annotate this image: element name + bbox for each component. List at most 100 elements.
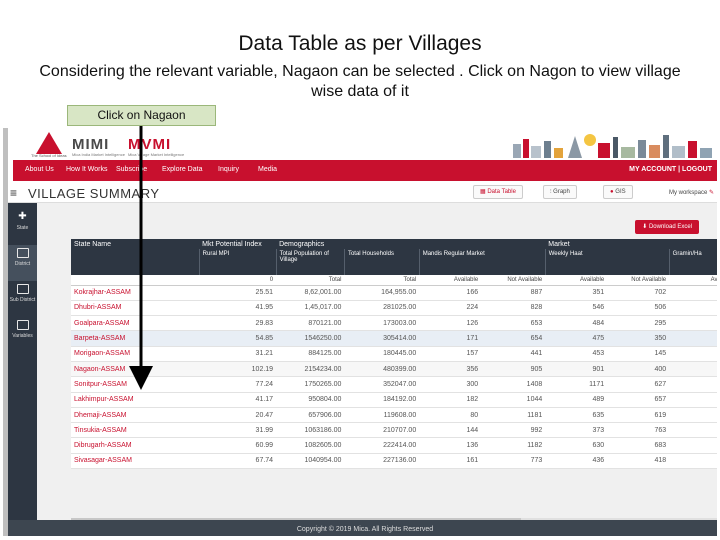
- haat-not-available-cell: 145: [607, 346, 670, 362]
- data-table-button[interactable]: ▦ Data Table: [473, 185, 523, 199]
- col-mkt-potential-index[interactable]: Mkt Potential Index: [199, 239, 277, 249]
- mvmi-tagline: Mica Village Market Intelligence: [128, 152, 185, 157]
- rural-mpi-cell: 25.51: [199, 285, 277, 301]
- value-head-total-hh: Total: [344, 275, 420, 286]
- nav-subscribe[interactable]: Subscribe: [116, 166, 147, 173]
- subcol-mandis-regular-market[interactable]: Mandis Regular Market: [419, 249, 546, 275]
- table-row[interactable]: Tinsukia-ASSAM 31.99 1063186.00 210707.00 14…: [71, 422, 717, 439]
- state-name-cell[interactable]: Sivasagar-ASSAM: [71, 453, 200, 470]
- mandis-available-cell: 80: [419, 407, 482, 424]
- table-row[interactable]: Sivasagar-ASSAM 67.74 1040954.00 227136.00 1…: [71, 453, 717, 470]
- mandis-not-available-cell: 828: [481, 300, 546, 317]
- mandis-available-cell: 157: [419, 346, 482, 362]
- village-data-table: State Name Mkt Potential Index Demograph…: [71, 239, 717, 470]
- callout-box: Click on Nagaon: [67, 105, 216, 126]
- table-row[interactable]: Lakhimpur-ASSAM 41.17 950804.00 184192.00 18…: [71, 392, 717, 408]
- value-head-av: Av: [669, 275, 717, 286]
- gis-button[interactable]: ● GIS: [603, 185, 633, 199]
- sidebar-item-district[interactable]: District: [8, 245, 37, 281]
- variables-icon: [16, 320, 29, 330]
- rural-mpi-cell: 29.83: [199, 315, 277, 332]
- table-row[interactable]: Dhemaji-ASSAM 20.47 657906.00 119608.00 80 11…: [71, 407, 717, 424]
- nav-how-it-works[interactable]: How It Works: [66, 166, 108, 173]
- table-row[interactable]: Sonitpur-ASSAM 77.24 1750265.00 352047.00 30…: [71, 376, 717, 393]
- slide-subtitle: Considering the relevant variable, Nagao…: [39, 63, 681, 100]
- account-logout-link[interactable]: MY ACCOUNT | LOGOUT: [629, 166, 712, 173]
- haat-available-cell: 546: [545, 300, 608, 317]
- subcol-total-households[interactable]: Total Households: [344, 249, 420, 275]
- sidebar-item-variables[interactable]: Variables: [8, 317, 37, 353]
- footer: Copyright © 2019 Mica. All Rights Reserv…: [8, 520, 717, 536]
- menu-icon[interactable]: ≡: [10, 186, 17, 200]
- rural-mpi-cell: 20.47: [199, 407, 277, 424]
- sidebar-item-state[interactable]: ✚ State: [8, 209, 37, 245]
- state-name-cell[interactable]: Morigaon-ASSAM: [71, 346, 200, 362]
- col-market[interactable]: Market: [545, 239, 717, 249]
- table-row[interactable]: Dibrugarh-ASSAM 60.99 1082605.00 222414.00 1…: [71, 437, 717, 454]
- subcol-gramin[interactable]: Gramin/Ha: [669, 249, 717, 275]
- subcol-weekly-haat[interactable]: Weekly Haat: [545, 249, 670, 275]
- col-state-name[interactable]: State Name: [71, 239, 200, 249]
- haat-available-cell: 475: [545, 330, 608, 347]
- mandis-available-cell: 300: [419, 376, 482, 393]
- state-name-cell[interactable]: Dhemaji-ASSAM: [71, 407, 200, 424]
- total-population-cell: 1040954.00: [276, 453, 345, 470]
- gramin-cell: [669, 392, 717, 408]
- state-name-cell[interactable]: Dhubri-ASSAM: [71, 300, 200, 317]
- haat-not-available-cell: 506: [607, 300, 670, 317]
- table-row[interactable]: Dhubri-ASSAM 41.95 1,45,017.00 281025.00 224…: [71, 300, 717, 317]
- gramin-cell: [669, 315, 717, 332]
- table-row[interactable]: Goalpara-ASSAM 29.83 870121.00 173003.00 126…: [71, 315, 717, 332]
- nav-media[interactable]: Media: [258, 166, 277, 173]
- value-head-not-available-1: Not Available: [481, 275, 546, 286]
- state-name-cell[interactable]: Tinsukia-ASSAM: [71, 422, 200, 439]
- state-name-cell[interactable]: Lakhimpur-ASSAM: [71, 392, 200, 408]
- col-spacer: [419, 239, 546, 249]
- nav-inquiry[interactable]: Inquiry: [218, 166, 239, 173]
- total-households-cell: 184192.00: [344, 392, 420, 408]
- mica-tagline: The School of Ideas: [31, 153, 67, 158]
- state-name-cell[interactable]: Sonitpur-ASSAM: [71, 376, 200, 393]
- state-name-cell[interactable]: Nagaon-ASSAM: [71, 361, 200, 378]
- gramin-cell: [669, 453, 717, 470]
- subcol-rural-mpi[interactable]: Rural MPI: [199, 249, 277, 275]
- sidebar-item-sub-district[interactable]: Sub District: [8, 281, 37, 317]
- haat-not-available-cell: 657: [607, 392, 670, 408]
- my-workspace-link[interactable]: My workspace ✎: [669, 189, 714, 196]
- total-population-cell: 870121.00: [276, 315, 345, 332]
- gramin-cell: [669, 437, 717, 454]
- haat-available-cell: 635: [545, 407, 608, 424]
- app-screenshot: The School of Ideas MIMI Mica India Mark…: [3, 128, 717, 536]
- sub-district-icon: [16, 284, 29, 294]
- col-demographics[interactable]: Demographics: [276, 239, 420, 249]
- state-name-cell[interactable]: Kokrajhar-ASSAM: [71, 285, 200, 301]
- pencil-icon: ✎: [708, 190, 714, 196]
- nav-explore-data[interactable]: Explore Data: [162, 166, 202, 173]
- total-population-cell: 8,62,001.00: [276, 285, 345, 301]
- subcol-total-population[interactable]: Total Population of Village: [276, 249, 345, 275]
- table-row[interactable]: Morigaon-ASSAM 31.21 884125.00 180445.00 157…: [71, 346, 717, 362]
- mandis-not-available-cell: 905: [481, 361, 546, 378]
- state-name-cell[interactable]: Dibrugarh-ASSAM: [71, 437, 200, 454]
- table-row[interactable]: Nagaon-ASSAM 102.19 2154234.00 480399.00 356…: [71, 361, 717, 378]
- mvmi-logo[interactable]: MVMI: [128, 136, 171, 153]
- total-households-cell: 222414.00: [344, 437, 420, 454]
- table-row[interactable]: Barpeta-ASSAM 54.85 1546250.00 305414.00 171…: [71, 330, 717, 347]
- gramin-cell: [669, 330, 717, 347]
- mica-logo-icon: [36, 132, 62, 154]
- total-households-cell: 210707.00: [344, 422, 420, 439]
- download-excel-button[interactable]: ⬇ Download Excel: [635, 220, 699, 234]
- mimi-logo[interactable]: MIMI: [72, 136, 109, 153]
- haat-not-available-cell: 350: [607, 330, 670, 347]
- rural-mpi-cell: 41.17: [199, 392, 277, 408]
- nav-about-us[interactable]: About Us: [25, 166, 54, 173]
- mandis-not-available-cell: 654: [481, 330, 546, 347]
- mandis-not-available-cell: 1181: [481, 407, 546, 424]
- graph-button[interactable]: ⫶ Graph: [543, 185, 577, 199]
- mandis-not-available-cell: 992: [481, 422, 546, 439]
- total-population-cell: 2154234.00: [276, 361, 345, 378]
- table-row[interactable]: Kokrajhar-ASSAM 25.51 8,62,001.00 164,955.0…: [71, 285, 717, 301]
- state-name-cell[interactable]: Goalpara-ASSAM: [71, 315, 200, 332]
- state-name-cell[interactable]: Barpeta-ASSAM: [71, 330, 200, 347]
- mandis-not-available-cell: 1182: [481, 437, 546, 454]
